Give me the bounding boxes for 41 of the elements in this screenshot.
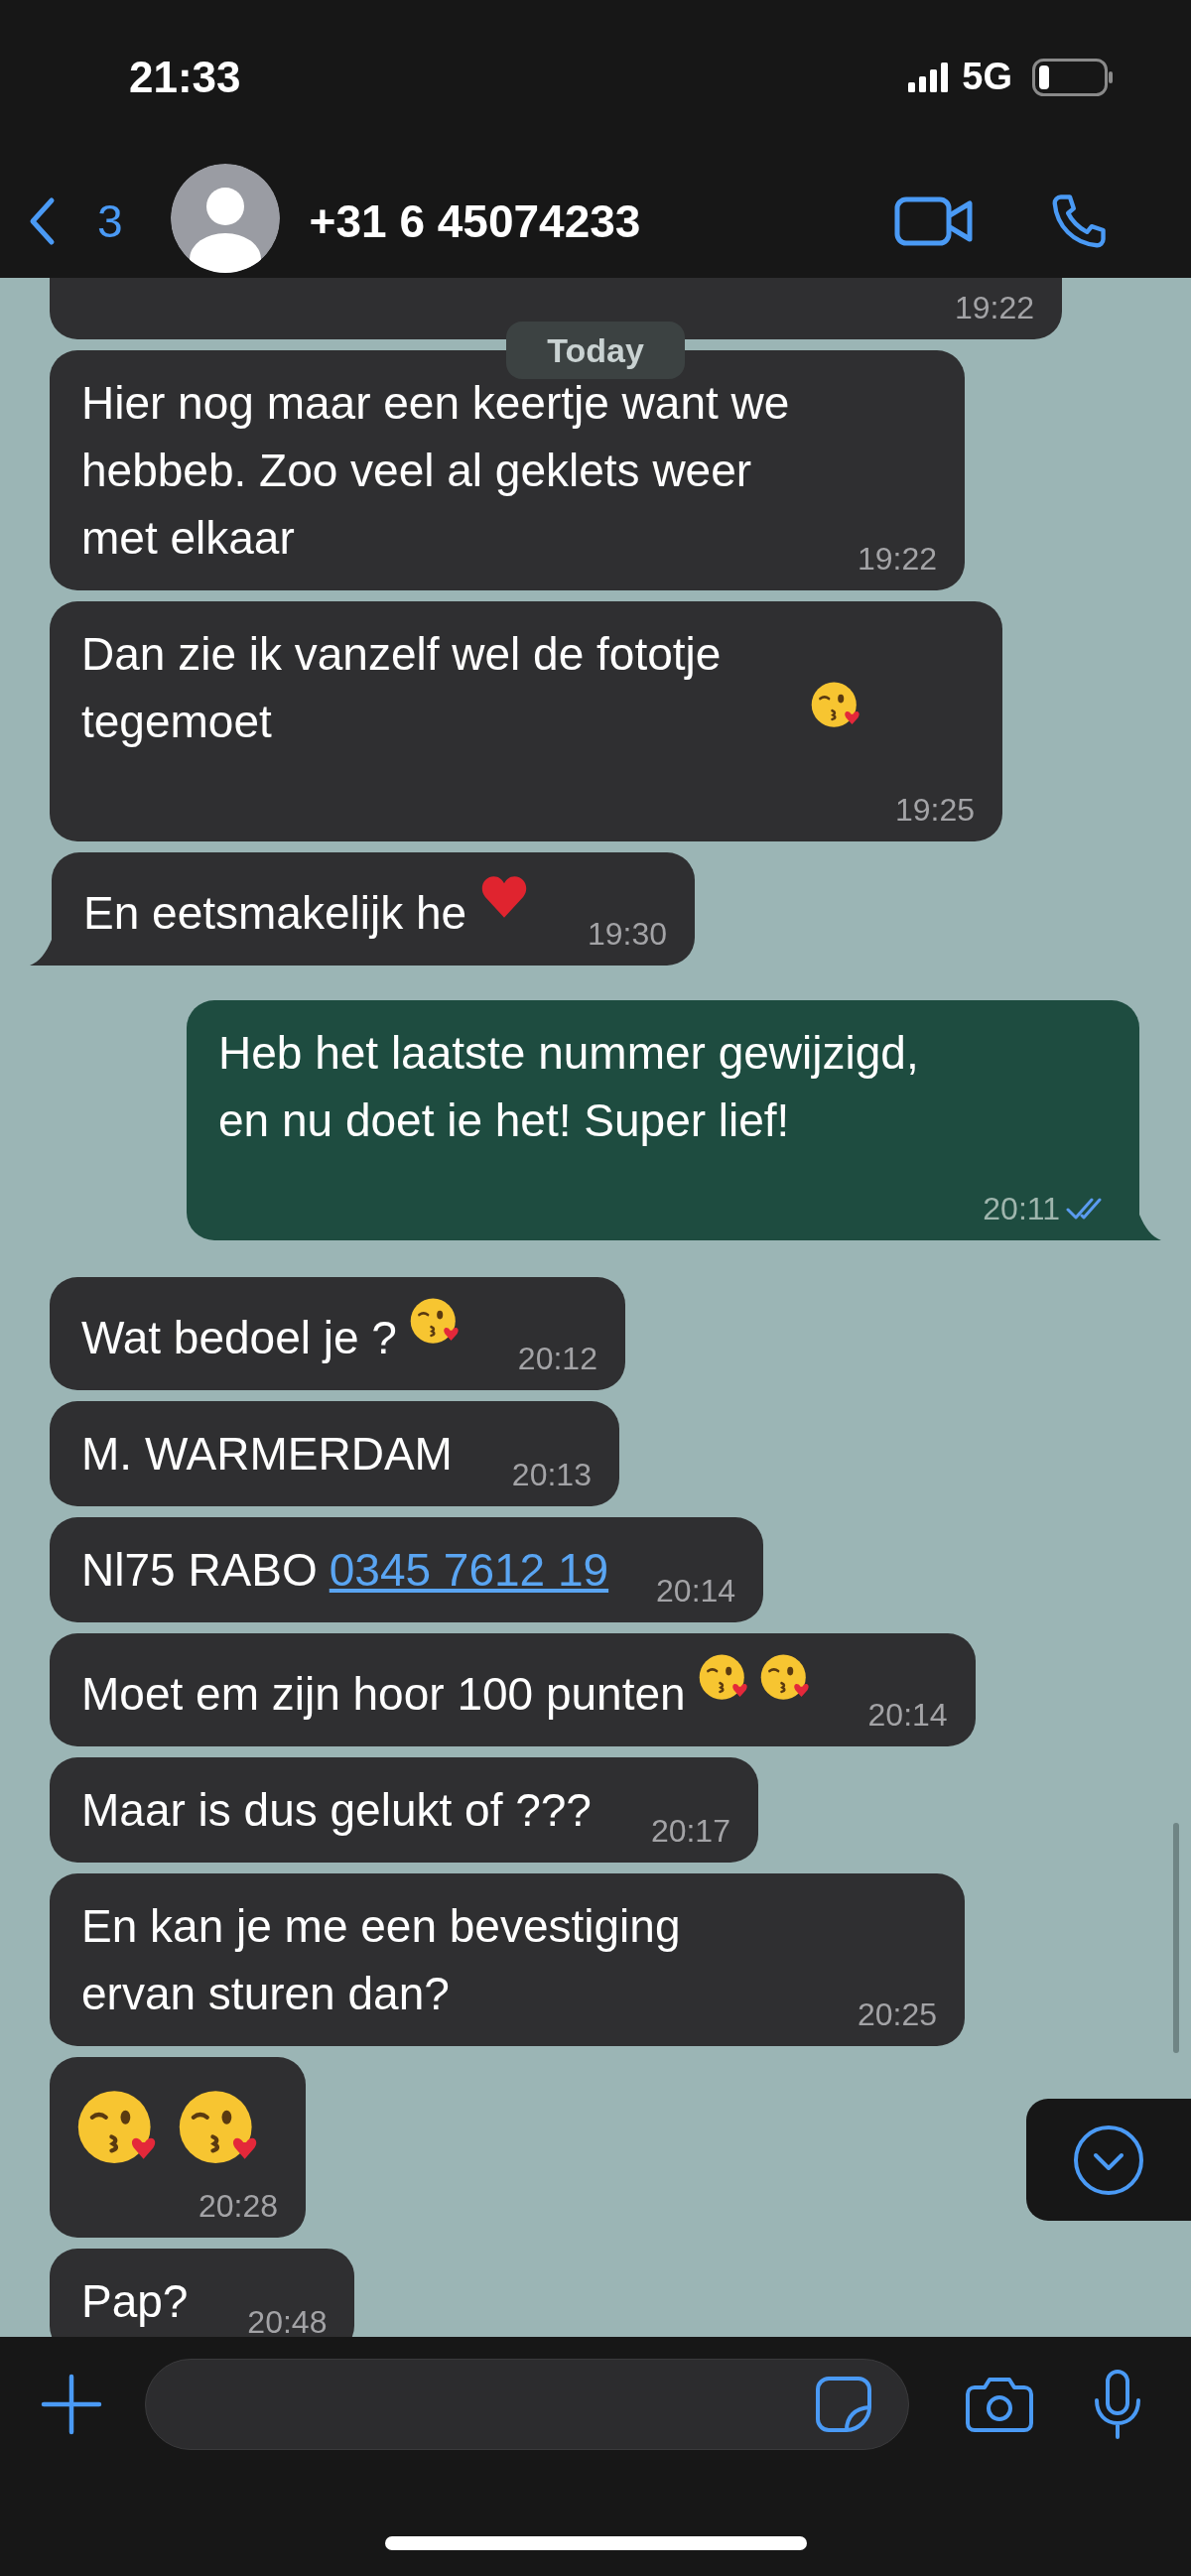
message-time: 20:12 bbox=[517, 1340, 597, 1378]
date-label: Today bbox=[506, 322, 685, 379]
message-text: Heb het laatste nummer gewijzigd, en nu doet ie het! Super lief! bbox=[218, 1026, 920, 1148]
chevron-down-circle-icon bbox=[1072, 2123, 1145, 2197]
message-text: Nl75 RABO bbox=[81, 1543, 318, 1598]
message-text: Wat bedoel je ? bbox=[81, 1311, 397, 1365]
signal-icon bbox=[908, 62, 949, 92]
message-time: 20:17 bbox=[650, 1812, 730, 1851]
message-time: 20:48 bbox=[247, 2303, 328, 2337]
camera-icon[interactable] bbox=[965, 2376, 1034, 2433]
message-time: 19:22 bbox=[954, 289, 1034, 327]
microphone-icon[interactable] bbox=[1092, 2369, 1143, 2440]
chevron-left-icon bbox=[28, 195, 56, 246]
back-button[interactable]: 3 bbox=[28, 193, 123, 248]
scroll-down-button[interactable] bbox=[1026, 2099, 1191, 2221]
message-time: 20:14 bbox=[867, 1696, 948, 1735]
contact-name[interactable]: +31 6 45074233 bbox=[309, 193, 641, 248]
message-time: 20:14 bbox=[656, 1572, 736, 1610]
account-link[interactable]: 0345 7612 19 bbox=[329, 1544, 609, 1596]
message-text: En kan je me een bevestiging ervan sturen dan? bbox=[81, 1899, 682, 2021]
message-time: 19:25 bbox=[894, 791, 975, 830]
message-time: 19:22 bbox=[857, 540, 937, 579]
message-text: Pap? bbox=[81, 2274, 189, 2329]
video-call-icon[interactable] bbox=[894, 194, 974, 247]
plus-icon[interactable] bbox=[40, 2373, 103, 2436]
message-time: 19:30 bbox=[588, 915, 668, 954]
message-text: M. WARMERDAM bbox=[81, 1427, 453, 1481]
sticker-icon[interactable] bbox=[815, 2376, 872, 2433]
status-time: 21:33 bbox=[129, 52, 241, 102]
message-text: Dan zie ik vanzelf wel de fototje tegemoet bbox=[81, 627, 723, 749]
message-time: 20:11 bbox=[983, 1190, 1060, 1228]
message-text: En eetsmakelijk he bbox=[83, 886, 467, 941]
message-text: Maar is dus gelukt of ??? bbox=[81, 1783, 592, 1838]
battery-icon bbox=[1032, 58, 1114, 96]
message-time: 20:13 bbox=[511, 1456, 592, 1494]
message-time: 20:25 bbox=[857, 1996, 937, 2034]
message-text: Hier nog maar een keertje want we hebbeb. Zoo veel al geklets weer met elkaar bbox=[81, 376, 791, 566]
network-label: 5G bbox=[962, 56, 1012, 98]
avatar-icon[interactable] bbox=[170, 163, 280, 273]
message-time: 20:28 bbox=[198, 2187, 278, 2226]
message-text: Moet em zijn hoor 100 punten bbox=[81, 1667, 686, 1722]
